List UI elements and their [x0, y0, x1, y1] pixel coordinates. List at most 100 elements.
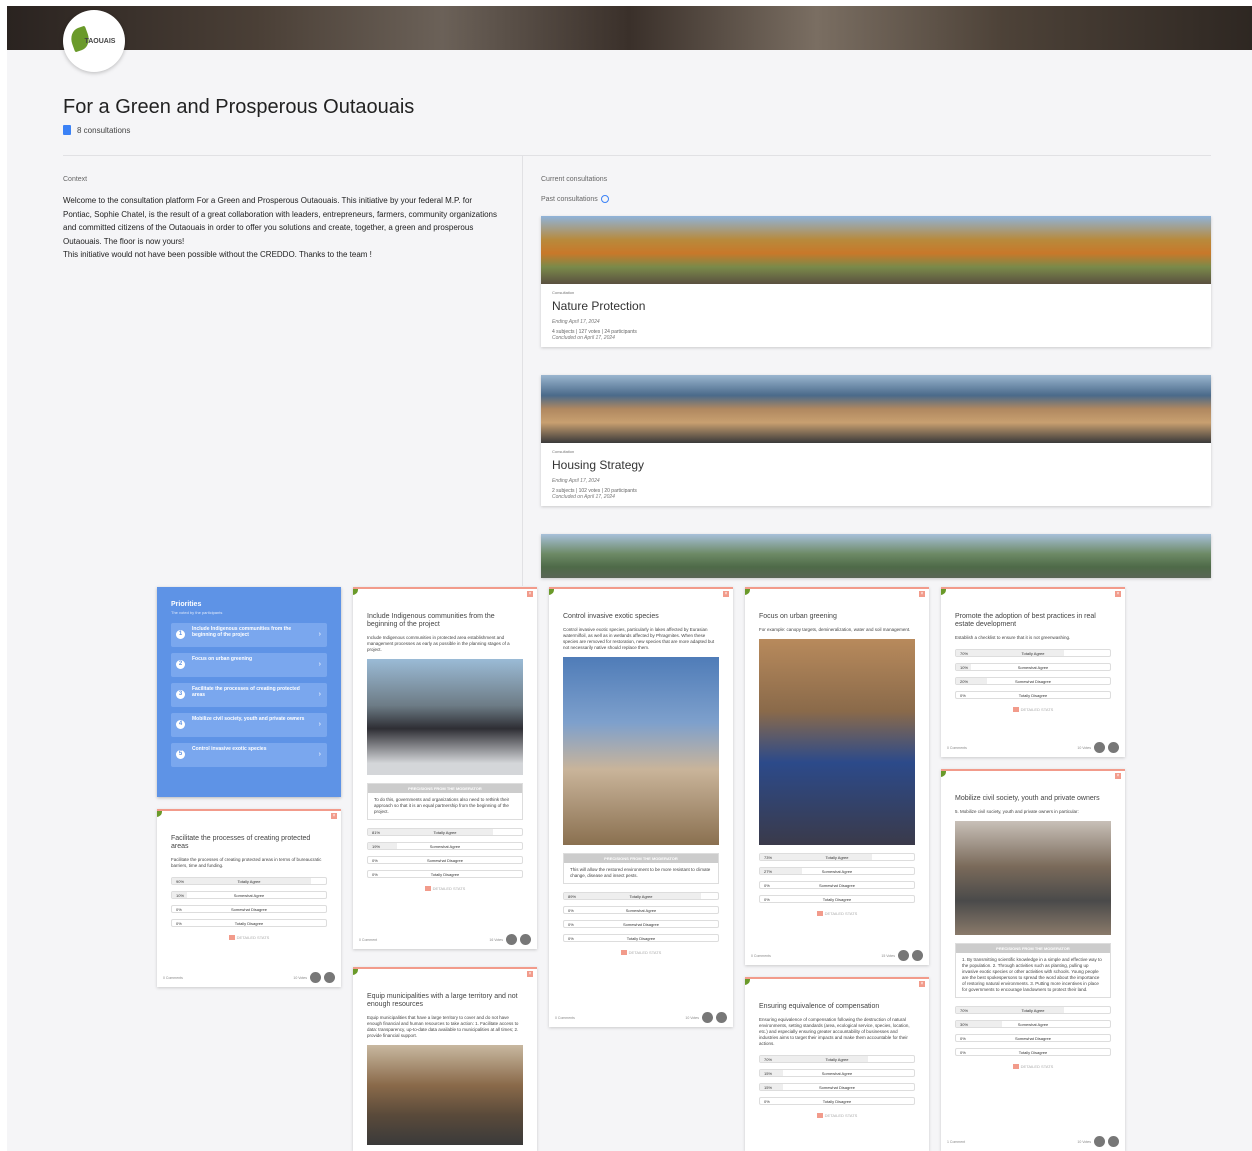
subject-card-invasive[interactable]: × Control invasive exotic species Contro…	[549, 587, 733, 1027]
bar-chart-icon	[228, 935, 235, 941]
vote-bar: 19% Somewhat Agree	[367, 842, 523, 850]
comments-toggle[interactable]: 1 Comment	[947, 1140, 965, 1144]
subject-photo	[367, 659, 523, 775]
close-icon[interactable]: ×	[1115, 773, 1121, 779]
comments-toggle[interactable]: 0 Comments	[163, 976, 183, 980]
twitter-share-icon[interactable]	[912, 950, 923, 961]
consultation-card-nature[interactable]: Consultation Nature Protection Ending Ap…	[541, 216, 1211, 347]
close-icon[interactable]: ×	[919, 591, 925, 597]
consultation-name: Housing Strategy	[552, 458, 645, 472]
twitter-share-icon[interactable]	[716, 1012, 727, 1023]
facebook-share-icon[interactable]	[1094, 1136, 1105, 1147]
priority-item[interactable]: 2 Focus on urban greening ›	[171, 653, 327, 677]
close-icon[interactable]: ×	[1115, 591, 1121, 597]
vote-option: Somewhat Agree	[429, 844, 461, 849]
column-divider	[522, 156, 523, 586]
comments-toggle[interactable]: 0 Comments	[751, 954, 771, 958]
vote-bar: 0% Totally Disagree	[955, 691, 1111, 699]
vote-option: Totally Disagree	[234, 921, 264, 926]
detailed-stats-link[interactable]: DETAILED STATS	[353, 886, 537, 892]
comments-toggle[interactable]: 0 Comments	[947, 746, 967, 750]
divider	[63, 155, 1211, 156]
vote-bar: 0% Totally Disagree	[367, 870, 523, 878]
facebook-share-icon[interactable]	[506, 934, 517, 945]
subject-card-indigenous[interactable]: × Include Indigenous communities from th…	[353, 587, 537, 949]
vote-option: Somewhat Disagree	[818, 883, 856, 888]
priority-item[interactable]: 5 Control invasive exotic species ›	[171, 743, 327, 767]
vote-bar: 0% Somewhat Disagree	[367, 856, 523, 864]
comments-toggle[interactable]: 0 Comments	[555, 1016, 575, 1020]
vote-bars: 70% Totally Agree 30% Somewhat Agree 0% Somew…	[955, 1006, 1111, 1056]
vote-option: Somewhat Agree	[1017, 1022, 1049, 1027]
close-icon[interactable]: ×	[919, 981, 925, 987]
detailed-stats-link[interactable]: DETAILED STATS	[549, 950, 733, 956]
vote-bar: 70% Totally Agree	[955, 1006, 1111, 1014]
priority-item[interactable]: 3 Facilitate the processes of creating pr…	[171, 683, 327, 707]
leaf-icon	[941, 771, 946, 777]
vote-bar: 0% Totally Disagree	[955, 1048, 1111, 1056]
close-icon[interactable]: ×	[331, 813, 337, 819]
consultation-card-third[interactable]	[541, 534, 1211, 578]
chevron-right-icon: ›	[318, 631, 321, 638]
twitter-share-icon[interactable]	[1108, 1136, 1119, 1147]
detailed-stats-link[interactable]: DETAILED STATS	[745, 1113, 929, 1119]
twitter-share-icon[interactable]	[520, 934, 531, 945]
facebook-share-icon[interactable]	[310, 972, 321, 983]
detailed-stats-link[interactable]: DETAILED STATS	[745, 911, 929, 917]
close-icon[interactable]: ×	[527, 971, 533, 977]
close-icon[interactable]: ×	[527, 591, 533, 597]
vote-bar: 0% Somewhat Disagree	[563, 920, 719, 928]
twitter-share-icon[interactable]	[1108, 742, 1119, 753]
bar-chart-icon	[620, 950, 627, 956]
priority-item[interactable]: 4 Mobilize civil society, youth and priva…	[171, 713, 327, 737]
subject-card-mobilize[interactable]: × Mobilize civil society, youth and priv…	[941, 769, 1125, 1151]
vote-bar: 81% Totally Agree	[367, 828, 523, 836]
twitter-share-icon[interactable]	[324, 972, 335, 983]
priority-item[interactable]: 1 Include Indigenous communities from the…	[171, 623, 327, 647]
vote-option: Totally Disagree	[1018, 1050, 1048, 1055]
detailed-stats-link[interactable]: DETAILED STATS	[941, 1064, 1125, 1070]
detailed-stats-link[interactable]: DETAILED STATS	[941, 707, 1125, 713]
vote-bar: 0% Somewhat Agree	[563, 906, 719, 914]
bar-chart-icon	[816, 911, 823, 917]
vote-option: Totally Disagree	[430, 872, 460, 877]
subject-card-municipalities[interactable]: × Equip municipalities with a large terr…	[353, 967, 537, 1151]
past-consultations-toggle[interactable]: Past consultations	[541, 195, 609, 203]
priorities-panel: Priorities The voted by the participants…	[157, 587, 341, 797]
leaf-icon	[549, 589, 554, 595]
subject-card-urban[interactable]: × Focus on urban greening For example: c…	[745, 587, 929, 965]
vote-option: Totally Agree	[825, 1057, 849, 1062]
leaf-icon	[353, 969, 358, 975]
vote-bar: 0% Totally Disagree	[563, 934, 719, 942]
vote-option: Somewhat Agree	[233, 893, 265, 898]
facebook-share-icon[interactable]	[1094, 742, 1105, 753]
comments-toggle[interactable]: 0 Comment	[359, 938, 377, 942]
vote-bar: 15% Somewhat Agree	[759, 1069, 915, 1077]
vote-bar: 15% Somewhat Disagree	[759, 1083, 915, 1091]
consultation-image	[541, 534, 1211, 578]
facebook-share-icon[interactable]	[898, 950, 909, 961]
vote-bar: 20% Somewhat Disagree	[955, 677, 1111, 685]
subject-card-protected[interactable]: × Facilitate the processes of creating p…	[157, 809, 341, 987]
consultation-name: Nature Protection	[552, 299, 646, 313]
page: TAOUAIS For a Green and Prosperous Outao…	[7, 6, 1252, 1151]
chevron-right-icon: ›	[318, 691, 321, 698]
facebook-share-icon[interactable]	[702, 1012, 713, 1023]
subject-photo	[367, 1045, 523, 1145]
subject-card-compensation[interactable]: × Ensuring equivalence of compensation E…	[745, 977, 929, 1151]
leaf-icon	[941, 589, 946, 595]
vote-bar: 0% Totally Disagree	[759, 895, 915, 903]
vote-bars: 70% Totally Agree 15% Somewhat Agree 15% Some…	[759, 1055, 915, 1105]
consultation-image	[541, 216, 1211, 284]
logo[interactable]: TAOUAIS	[63, 10, 125, 72]
vote-option: Totally Agree	[1021, 651, 1045, 656]
vote-bar: 0% Somewhat Disagree	[171, 905, 327, 913]
close-icon[interactable]: ×	[723, 591, 729, 597]
vote-option: Somewhat Disagree	[818, 1085, 856, 1090]
subject-photo	[955, 821, 1111, 935]
vote-bar: 89% Totally Agree	[563, 892, 719, 900]
consultation-card-housing[interactable]: Consultation Housing Strategy Ending Apr…	[541, 375, 1211, 506]
vote-bar: 0% Totally Disagree	[171, 919, 327, 927]
subject-card-realestate[interactable]: × Promote the adoption of best practices…	[941, 587, 1125, 757]
detailed-stats-link[interactable]: DETAILED STATS	[157, 935, 341, 941]
